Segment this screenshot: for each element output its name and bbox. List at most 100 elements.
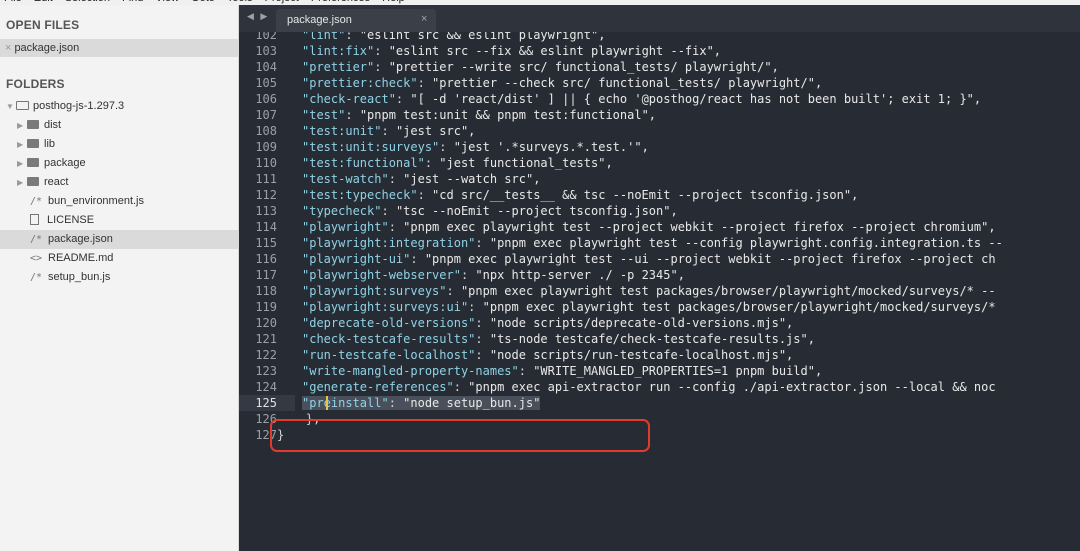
line-number: 122	[255, 348, 277, 362]
line-number: 115	[255, 236, 277, 250]
line-number: 108	[255, 124, 277, 138]
code-text: "test:unit:surveys": "jest '.*surveys.*.…	[302, 140, 649, 154]
chevron-right-icon[interactable]: ▶	[17, 135, 27, 154]
code-text: "test-watch": "jest --watch src",	[302, 172, 541, 186]
tab-nav-arrows-icon[interactable]: ◀ ▶	[247, 11, 269, 22]
tree-item-license[interactable]: LICENSE	[0, 211, 238, 230]
code-text: "playwright:surveys": "pnpm exec playwri…	[302, 284, 996, 298]
code-text: "deprecate-old-versions": "node scripts/…	[302, 316, 794, 330]
code-line: 120 "deprecate-old-versions": "node scrip…	[239, 315, 1080, 331]
code-editor[interactable]: 102 "lint": "eslint src && eslint playwri…	[239, 32, 1080, 551]
tab-label: package.json	[287, 14, 352, 26]
close-icon[interactable]: ×	[5, 42, 11, 54]
tree-item-label: package.json	[48, 233, 113, 245]
code-file-icon: /*	[30, 234, 43, 245]
code-text: "test:functional": "jest functional_test…	[302, 156, 613, 170]
tree-item-lib[interactable]: ▶ lib	[0, 135, 238, 154]
line-number: 117	[255, 268, 277, 282]
folder-icon	[27, 139, 39, 148]
folder-open-icon	[16, 101, 29, 110]
code-line: 122 "run-testcafe-localhost": "node scrip…	[239, 347, 1080, 363]
code-text: "playwright": "pnpm exec playwright test…	[302, 220, 996, 234]
line-number: 121	[255, 332, 277, 346]
line-number: 124	[255, 380, 277, 394]
code-text: "lint": "eslint src && eslint playwright…	[302, 32, 606, 42]
code-line: 126 },	[239, 411, 1080, 427]
line-number: 110	[255, 156, 277, 170]
code-line: 115 "playwright:integration": "pnpm exec …	[239, 235, 1080, 251]
tree-item-label: lib	[44, 138, 56, 150]
code-file-icon: /*	[30, 196, 43, 207]
tree-item-label: bun_environment.js	[48, 195, 145, 207]
open-files-title: OPEN FILES	[6, 18, 80, 32]
line-number: 106	[255, 92, 277, 106]
code-line: 114 "playwright": "pnpm exec playwright t…	[239, 219, 1080, 235]
code-text: "typecheck": "tsc --noEmit --project tsc…	[302, 204, 678, 218]
tab-close-icon[interactable]: ×	[421, 13, 427, 25]
code-text: "generate-references": "pnpm exec api-ex…	[302, 380, 996, 394]
open-file-label: package.json	[14, 42, 80, 54]
tree-item-readme-md[interactable]: <> README.md	[0, 249, 238, 268]
code-line: 124 "generate-references": "pnpm exec api…	[239, 379, 1080, 395]
tree-item-posthog-js-1-297-3[interactable]: ▼ posthog-js-1.297.3	[0, 97, 238, 116]
code-text: "write-mangled-property-names": "WRITE_M…	[302, 364, 823, 378]
code-text: "playwright-ui": "pnpm exec playwright t…	[302, 252, 996, 266]
line-number: 111	[255, 172, 277, 186]
code-text: "test:unit": "jest src",	[302, 124, 476, 138]
chevron-right-icon[interactable]: ▶	[17, 173, 27, 192]
code-line: 112 "test:typecheck": "cd src/__tests__ &…	[239, 187, 1080, 203]
code-text: "test": "pnpm test:unit && pnpm test:fun…	[302, 108, 657, 122]
tree-item-label: dist	[44, 119, 62, 131]
folder-icon	[27, 120, 39, 129]
code-text: "lint:fix": "eslint src --fix && eslint …	[302, 44, 722, 58]
document-icon	[30, 214, 39, 225]
tree-item-react[interactable]: ▶ react	[0, 173, 238, 192]
line-number: 104	[255, 60, 277, 74]
code-file-icon: /*	[30, 272, 43, 283]
code-text: },	[277, 412, 321, 426]
line-number: 127	[255, 428, 277, 442]
line-number: 114	[255, 220, 277, 234]
line-number: 107	[255, 108, 277, 122]
tree-item-package-json[interactable]: /* package.json	[0, 230, 238, 249]
chevron-right-icon[interactable]: ▶	[17, 154, 27, 173]
folder-icon	[27, 177, 39, 186]
chevron-right-icon[interactable]: ▶	[17, 116, 27, 135]
code-text: "prettier:check": "prettier --check src/…	[302, 76, 823, 90]
tree-item-setup-bun-js[interactable]: /* setup_bun.js	[0, 268, 238, 287]
code-line: 110 "test:functional": "jest functional_t…	[239, 155, 1080, 171]
tab-package-json[interactable]: package.json ×	[276, 9, 436, 32]
code-text: "check-testcafe-results": "ts-node testc…	[302, 332, 815, 346]
tree-item-bun-environment-js[interactable]: /* bun_environment.js	[0, 192, 238, 211]
code-text: "prettier": "prettier --write src/ funct…	[302, 60, 779, 74]
tree-item-dist[interactable]: ▶ dist	[0, 116, 238, 135]
tab-bar: ◀ ▶ package.json ×	[239, 5, 1080, 32]
code-line: 125 "preinstall": "node setup_bun.js"	[239, 395, 1080, 411]
code-line: 108 "test:unit": "jest src",	[239, 123, 1080, 139]
code-text: "playwright:surveys:ui": "pnpm exec play…	[302, 300, 996, 314]
tree-item-package[interactable]: ▶ package	[0, 154, 238, 173]
chevron-down-icon[interactable]: ▼	[6, 97, 16, 116]
tree-item-label: setup_bun.js	[48, 271, 111, 283]
code-line: 121 "check-testcafe-results": "ts-node te…	[239, 331, 1080, 347]
code-line: 127}	[239, 427, 1080, 443]
code-line: 106 "check-react": "[ -d 'react/dist' ] |…	[239, 91, 1080, 107]
code-line: 111 "test-watch": "jest --watch src",	[239, 171, 1080, 187]
code-text: "test:typecheck": "cd src/__tests__ && t…	[302, 188, 859, 202]
code-line: 102 "lint": "eslint src && eslint playwri…	[239, 32, 1080, 43]
line-number: 120	[255, 316, 277, 330]
code-text: "run-testcafe-localhost": "node scripts/…	[302, 348, 794, 362]
code-line: 113 "typecheck": "tsc --noEmit --project …	[239, 203, 1080, 219]
code-line: 117 "playwright-webserver": "npx http-ser…	[239, 267, 1080, 283]
code-line: 123 "write-mangled-property-names": "WRIT…	[239, 363, 1080, 379]
code-line: 103 "lint:fix": "eslint src --fix && esli…	[239, 43, 1080, 59]
line-number: 109	[255, 140, 277, 154]
code-line: 104 "prettier": "prettier --write src/ fu…	[239, 59, 1080, 75]
open-file-item[interactable]: × package.json	[0, 39, 238, 57]
markup-file-icon: <>	[30, 253, 43, 264]
tree-item-label: LICENSE	[47, 214, 95, 226]
line-number: 113	[255, 204, 277, 218]
folder-icon	[27, 158, 39, 167]
code-text: "check-react": "[ -d 'react/dist' ] || {…	[302, 92, 982, 106]
code-line: 116 "playwright-ui": "pnpm exec playwrigh…	[239, 251, 1080, 267]
